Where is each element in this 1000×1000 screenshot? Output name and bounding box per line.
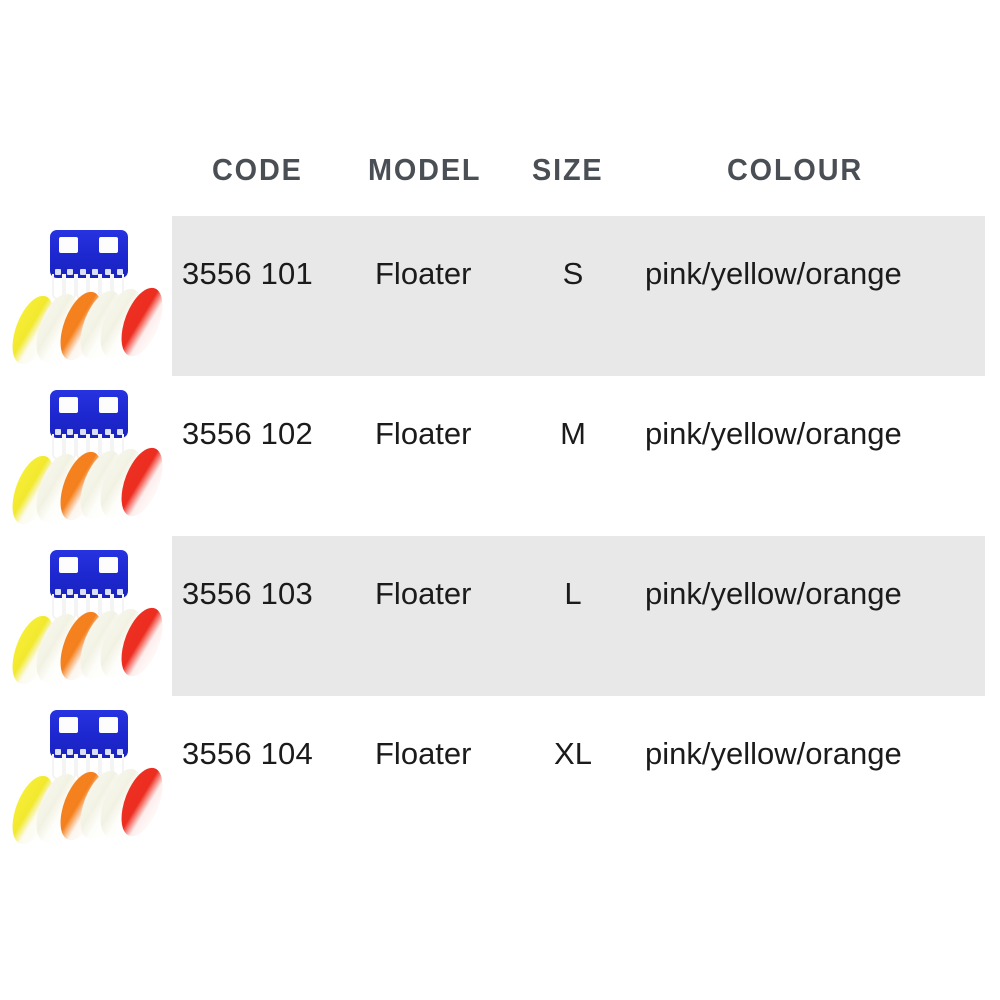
cell-model: Floater [375, 256, 472, 291]
column-header-size: SIZE [532, 152, 604, 187]
column-header-code: CODE [212, 152, 303, 187]
cell-size: S [562, 256, 584, 291]
cell-code: 3556 104 [182, 736, 313, 771]
card-window-right [99, 237, 118, 253]
cell-model: Floater [375, 736, 472, 771]
column-header-model: MODEL [368, 152, 482, 187]
float-card-icon [50, 710, 128, 758]
cell-size: M [560, 416, 586, 451]
cell-colour: pink/yellow/orange [645, 256, 902, 291]
cell-code: 3556 102 [182, 416, 313, 451]
cell-colour: pink/yellow/orange [645, 416, 902, 451]
row-background [172, 696, 985, 856]
float-card-icon [50, 550, 128, 598]
card-window-left [59, 237, 78, 253]
float-group [4, 602, 171, 692]
column-header-colour: COLOUR [727, 152, 864, 187]
product-variant-table: CODE MODEL SIZE COLOUR 3556 101 Floater … [0, 0, 1000, 1000]
card-window-right [99, 557, 118, 573]
product-thumbnail [4, 704, 171, 852]
product-thumbnail [4, 544, 171, 692]
table-row: 3556 104 Floater XL pink/yellow/orange [0, 696, 1000, 856]
table-row: 3556 103 Floater L pink/yellow/orange [0, 536, 1000, 696]
table-row: 3556 102 Floater M pink/yellow/orange [0, 376, 1000, 536]
cell-colour: pink/yellow/orange [645, 736, 902, 771]
cell-code: 3556 103 [182, 576, 313, 611]
float-group [4, 282, 171, 372]
cell-model: Floater [375, 576, 472, 611]
cell-code: 3556 101 [182, 256, 313, 291]
cell-colour: pink/yellow/orange [645, 576, 902, 611]
float-group [4, 762, 171, 852]
card-window-left [59, 397, 78, 413]
row-background [172, 536, 985, 696]
row-background [172, 216, 985, 376]
product-thumbnail [4, 384, 171, 532]
card-window-right [99, 717, 118, 733]
row-background [172, 376, 985, 536]
card-window-left [59, 557, 78, 573]
product-thumbnail [4, 224, 171, 372]
cell-model: Floater [375, 416, 472, 451]
float-card-icon [50, 230, 128, 278]
table-header-row: CODE MODEL SIZE COLOUR [0, 0, 1000, 187]
cell-size: L [564, 576, 582, 611]
float-card-icon [50, 390, 128, 438]
card-window-right [99, 397, 118, 413]
table-row: 3556 101 Floater S pink/yellow/orange [0, 216, 1000, 376]
card-window-left [59, 717, 78, 733]
float-group [4, 442, 171, 532]
cell-size: XL [554, 736, 592, 771]
